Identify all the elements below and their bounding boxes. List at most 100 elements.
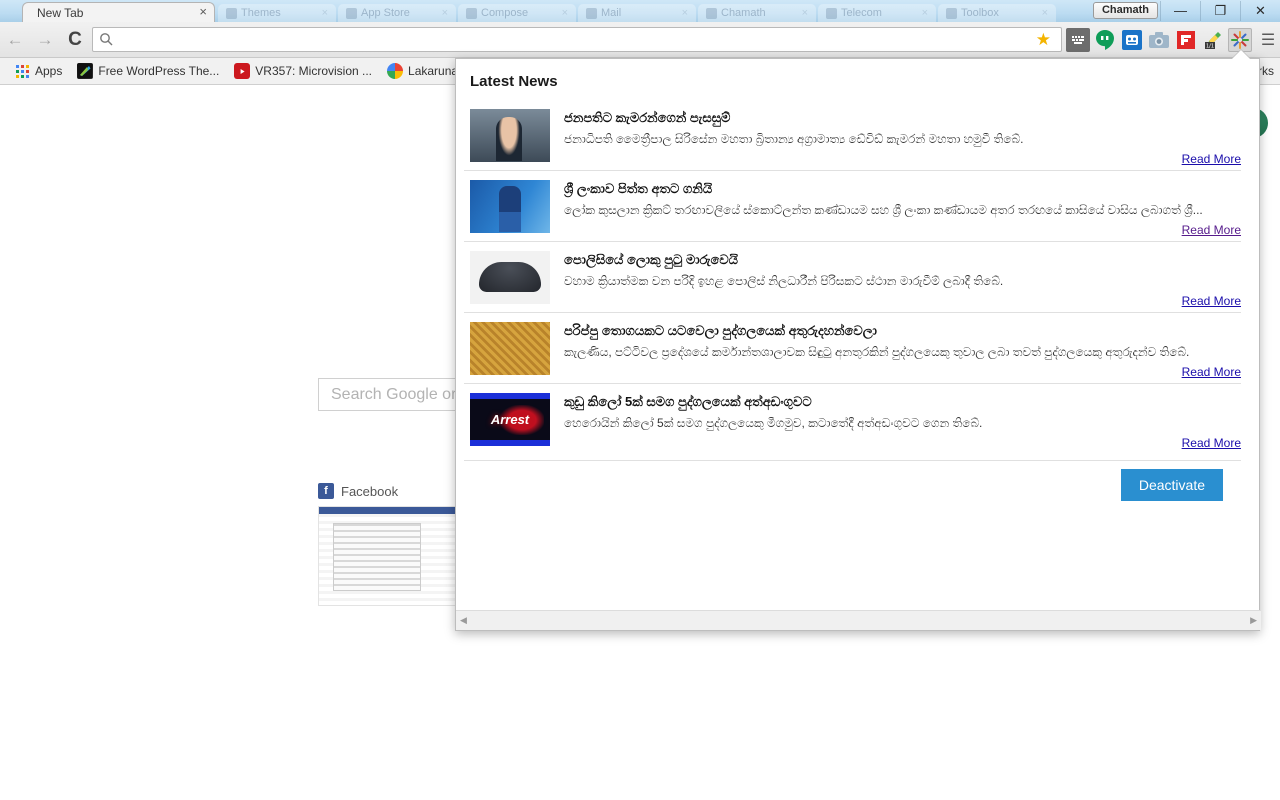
- popup-title: Latest News: [470, 73, 558, 90]
- background-tab-2[interactable]: App Store ×: [338, 4, 456, 22]
- facebook-icon: f: [318, 483, 334, 499]
- close-tab-icon[interactable]: ×: [562, 7, 568, 19]
- news-item[interactable]: ශ්‍රී ලංකාව පිත්ත අතට ගනියි ලෝක කුසලාන ක…: [464, 170, 1241, 241]
- news-title: කුඩු කිලෝ 5ක් සමග පුද්ගලයෙක් අත්අඩංගුවට: [564, 394, 812, 409]
- user-profile-button[interactable]: Chamath: [1092, 2, 1158, 19]
- tab-title: New Tab: [37, 5, 84, 20]
- chrome-menu-icon[interactable]: ☰: [1256, 30, 1280, 50]
- read-more-link[interactable]: Read More: [564, 436, 1241, 450]
- news-body: පරිප්පු තොගයකට යටවෙලා පුද්ගලයෙක් අතුරුදහ…: [564, 322, 1241, 379]
- lakaruna-icon: [387, 63, 404, 79]
- news-extension-icon[interactable]: [1228, 27, 1252, 52]
- background-tab-7[interactable]: Toolbox ×: [938, 4, 1056, 22]
- popup-horizontal-scrollbar[interactable]: ◀ ▶: [456, 610, 1261, 630]
- bookmark-label: Lakaruna: [408, 64, 459, 78]
- favicon: [346, 7, 357, 19]
- news-title: පරිප්පු තොගයකට යටවෙලා පුද්ගලයෙක් අතුරුදහ…: [564, 323, 877, 338]
- news-title: ජනපතිට කැමරන්ගෙන් පැසසුම්: [564, 110, 731, 125]
- address-bar[interactable]: ★: [92, 27, 1062, 52]
- close-tab-icon[interactable]: ×: [922, 7, 928, 19]
- close-tab-icon[interactable]: ×: [802, 7, 808, 19]
- news-thumbnail: [470, 251, 550, 304]
- hangouts-extension-icon[interactable]: [1093, 28, 1117, 52]
- scroll-left-arrow-icon[interactable]: ◀: [460, 615, 467, 626]
- bookmark-apps[interactable]: Apps: [8, 61, 68, 81]
- bookmark-label: Apps: [35, 64, 63, 78]
- popup-footer: Deactivate: [464, 460, 1241, 501]
- camera-extension-icon[interactable]: [1147, 28, 1171, 52]
- news-title: ශ්‍රී ලංකාව පිත්ත අතට ගනියි: [564, 181, 713, 196]
- tab-new-tab[interactable]: New Tab ×: [22, 2, 215, 22]
- bookmark-label: Free WordPress The...: [98, 64, 220, 78]
- news-description: ලෝක කුසලාන ක්‍රිකට් තරඟාවලියේ ස්කොට්ලන්ත…: [564, 203, 1203, 217]
- favicon: [466, 7, 477, 19]
- tab-label: Chamath: [721, 7, 766, 19]
- arrest-label: Arrest: [490, 412, 530, 427]
- reload-icon[interactable]: C: [60, 29, 90, 51]
- close-window-button[interactable]: ✕: [1240, 1, 1280, 21]
- news-item[interactable]: ජනපතිට කැමරන්ගෙන් පැසසුම් ජනාධිපති මෛත්‍…: [464, 100, 1241, 170]
- tab-label: Themes: [241, 7, 281, 19]
- background-tab-4[interactable]: Mail ×: [578, 4, 696, 22]
- tab-strip: New Tab × Themes × App Store × Compose ×…: [0, 0, 1280, 22]
- window-controls: — ❐ ✕: [1160, 0, 1280, 22]
- background-tab-5[interactable]: Chamath ×: [698, 4, 816, 22]
- background-tab-6[interactable]: Telecom ×: [818, 4, 936, 22]
- read-more-link[interactable]: Read More: [564, 294, 1241, 308]
- scroll-right-arrow-icon[interactable]: ▶: [1250, 615, 1257, 626]
- favicon: [826, 7, 837, 19]
- close-tab-icon[interactable]: ×: [442, 7, 448, 19]
- news-description: ජනාධිපති මෛත්‍රීපාල සිරිසේන මහතා බ්‍රිතා…: [564, 132, 1024, 146]
- bookmark-wordpress[interactable]: Free WordPress The...: [71, 61, 225, 81]
- pencil-extension-icon[interactable]: 1/1: [1201, 28, 1225, 52]
- tile-facebook[interactable]: f Facebook: [318, 476, 470, 606]
- tab-label: Mail: [601, 7, 622, 19]
- news-item[interactable]: Arrest කුඩු කිලෝ 5ක් සමග පුද්ගලයෙක් අත්අ…: [464, 383, 1241, 454]
- favicon: [586, 7, 597, 19]
- news-item[interactable]: පරිප්පු තොගයකට යටවෙලා පුද්ගලයෙක් අතුරුදහ…: [464, 312, 1241, 383]
- bookmark-label: VR357: Microvision ...: [255, 64, 373, 78]
- wordpress-icon: [77, 63, 94, 79]
- news-title: පොලිසියේ ලොකු පුටු මාරුවෙයි: [564, 252, 739, 267]
- news-description: වහාම ක්‍රියාත්මක වන පරිදි ඉහළ පොලිස් නිල…: [564, 274, 1004, 288]
- read-more-link[interactable]: Read More: [564, 152, 1241, 166]
- tile-thumbnail[interactable]: [318, 506, 470, 606]
- tab-label: Compose: [481, 7, 529, 19]
- minimize-button[interactable]: —: [1160, 1, 1200, 21]
- robot-extension-icon[interactable]: [1120, 28, 1144, 52]
- close-tab-icon[interactable]: ×: [199, 5, 207, 19]
- news-body: ශ්‍රී ලංකාව පිත්ත අතට ගනියි ලෝක කුසලාන ක…: [564, 180, 1241, 237]
- news-body: පොලිසියේ ලොකු පුටු මාරුවෙයි වහාම ක්‍රියා…: [564, 251, 1241, 308]
- maximize-button[interactable]: ❐: [1200, 1, 1240, 21]
- close-tab-icon[interactable]: ×: [322, 7, 328, 19]
- favicon: [946, 7, 957, 19]
- favicon: [706, 7, 717, 19]
- bookmark-youtube[interactable]: VR357: Microvision ...: [228, 61, 378, 81]
- bookmark-star-icon[interactable]: ★: [1036, 30, 1051, 50]
- news-thumbnail: Arrest: [470, 393, 550, 446]
- close-tab-icon[interactable]: ×: [682, 7, 688, 19]
- background-tab-3[interactable]: Compose ×: [458, 4, 576, 22]
- deactivate-button[interactable]: Deactivate: [1120, 469, 1223, 501]
- news-description: හෙරොයින් කිලෝ 5ක් සමග පුද්ගලයෙකු මීගමුව,…: [564, 416, 983, 430]
- flipboard-extension-icon[interactable]: [1174, 28, 1198, 52]
- apps-grid-icon: [14, 63, 30, 79]
- bookmark-lakaruna[interactable]: Lakaruna: [381, 61, 464, 81]
- svg-text:1/1: 1/1: [1206, 43, 1214, 49]
- background-tab-1[interactable]: Themes ×: [218, 4, 336, 22]
- tab-label: App Store: [361, 7, 410, 19]
- news-body: ජනපතිට කැමරන්ගෙන් පැසසුම් ජනාධිපති මෛත්‍…: [564, 109, 1241, 166]
- news-item[interactable]: පොලිසියේ ලොකු පුටු මාරුවෙයි වහාම ක්‍රියා…: [464, 241, 1241, 312]
- favicon: [226, 7, 237, 19]
- back-icon[interactable]: ←: [0, 30, 30, 50]
- news-body: කුඩු කිලෝ 5ක් සමග පුද්ගලයෙක් අත්අඩංගුවට …: [564, 393, 1241, 450]
- read-more-link[interactable]: Read More: [564, 223, 1241, 237]
- tile-header: f Facebook: [318, 476, 470, 506]
- latest-news-popup: Latest News ජනපතිට කැමරන්ගෙන් පැසසුම් ජන…: [455, 58, 1261, 631]
- tab-label: Telecom: [841, 7, 882, 19]
- forward-icon[interactable]: →: [30, 30, 60, 50]
- keyboard-extension-icon[interactable]: [1066, 27, 1090, 52]
- close-tab-icon[interactable]: ×: [1042, 7, 1048, 19]
- search-icon: [99, 32, 115, 48]
- read-more-link[interactable]: Read More: [564, 365, 1241, 379]
